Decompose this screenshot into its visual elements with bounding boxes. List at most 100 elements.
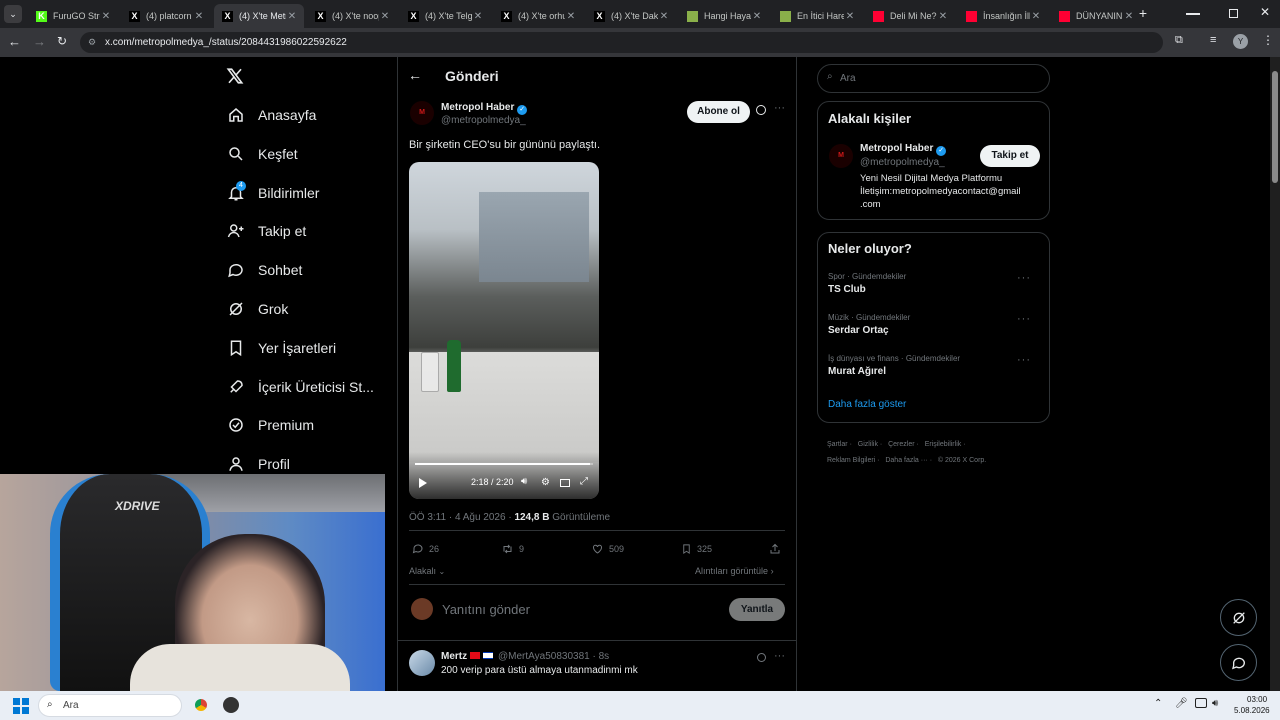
related-name[interactable]: Metropol Haber ✓: [860, 143, 947, 156]
settings-icon[interactable]: ⚙: [541, 477, 550, 488]
view-quotes-link[interactable]: Alıntıları görüntüle ›: [695, 566, 774, 576]
windows-start-icon[interactable]: [13, 698, 29, 714]
comment-handle[interactable]: @MertAya50830381 · 8s: [498, 651, 609, 662]
tab-close-icon[interactable]: ✕: [751, 11, 763, 22]
tab-search-button[interactable]: ⌄: [4, 5, 22, 23]
sidebar-item-search[interactable]: Keşfet: [226, 140, 298, 168]
tab-close-icon[interactable]: ✕: [1123, 11, 1135, 22]
browser-tab[interactable]: İnsanlığın İlk ✕: [958, 4, 1048, 28]
more-options-icon[interactable]: ···: [774, 102, 785, 114]
footer-terms[interactable]: Şartlar: [827, 441, 848, 448]
maximize-button[interactable]: [1229, 9, 1238, 18]
clock-date[interactable]: 5.08.2026: [1234, 706, 1270, 715]
search-box[interactable]: ⌕ Ara: [817, 64, 1050, 93]
volume-icon[interactable]: 🔊︎: [521, 476, 527, 487]
related-handle[interactable]: @metropolmedya_: [860, 157, 945, 168]
pip-icon[interactable]: [560, 479, 570, 487]
mic-icon[interactable]: 🎤︎: [1175, 698, 1188, 709]
back-icon[interactable]: ←: [8, 34, 21, 49]
sidebar-item-rocket[interactable]: İçerik Üreticisi St...: [226, 373, 374, 401]
author-handle[interactable]: @metropolmedya_: [441, 115, 526, 126]
show-more-link[interactable]: Daha fazla göster: [828, 399, 906, 410]
sidebar-item-grok[interactable]: Grok: [226, 295, 288, 323]
footer-ads-info[interactable]: Reklam Bilgileri: [827, 457, 875, 464]
related-avatar[interactable]: M: [829, 144, 853, 168]
x-logo[interactable]: [226, 67, 244, 90]
new-tab-button[interactable]: +: [1136, 6, 1150, 20]
grok-floating-button[interactable]: [1220, 599, 1257, 636]
browser-tab[interactable]: Deli Mi Ne? ✕: [865, 4, 955, 28]
tab-close-icon[interactable]: ✕: [565, 11, 577, 22]
reply-input[interactable]: Yanıtını gönder: [442, 602, 530, 617]
play-icon[interactable]: [419, 478, 427, 488]
volume-icon[interactable]: 🔊︎: [1212, 698, 1218, 709]
browser-tab[interactable]: K FuruGO Stre ✕: [28, 4, 118, 28]
browser-tab[interactable]: X (4) X'te Metr ✕: [214, 4, 304, 28]
more-options-icon[interactable]: ···: [1017, 354, 1031, 366]
fullscreen-icon[interactable]: ⤢: [580, 476, 588, 487]
reload-icon[interactable]: ↻: [57, 34, 67, 48]
like-action[interactable]: 509: [591, 543, 624, 555]
browser-tab[interactable]: X (4) X'te Daki ✕: [586, 4, 676, 28]
tab-close-icon[interactable]: ✕: [100, 11, 112, 22]
comment-avatar[interactable]: [409, 650, 435, 676]
app-taskbar-icon[interactable]: [223, 697, 239, 713]
subscribe-button[interactable]: Abone ol: [687, 101, 750, 123]
trend-item[interactable]: Müzik · Gündemdekiler Serdar Ortaç ···: [828, 313, 1041, 336]
browser-tab[interactable]: X (4) platcorn ✕: [121, 4, 211, 28]
forward-icon[interactable]: →: [33, 34, 46, 49]
browser-tab[interactable]: En İtici Hare ✕: [772, 4, 862, 28]
tab-close-icon[interactable]: ✕: [472, 11, 484, 22]
footer-cookies[interactable]: Çerezler: [888, 441, 914, 448]
site-info-icon[interactable]: ⚙: [88, 32, 96, 53]
minimize-button[interactable]: [1186, 13, 1200, 15]
sidebar-item-bookmark[interactable]: Yer İşaretleri: [226, 334, 336, 362]
extensions-icon[interactable]: ⧉: [1175, 34, 1183, 47]
browser-tab[interactable]: DÜNYANIN ✕: [1051, 4, 1141, 28]
profile-avatar[interactable]: Y: [1233, 34, 1248, 49]
sidebar-item-verified[interactable]: Premium: [226, 411, 314, 439]
close-window-button[interactable]: ✕: [1260, 5, 1270, 19]
clock-time[interactable]: 03:00: [1247, 695, 1267, 704]
user-avatar[interactable]: [411, 598, 433, 620]
more-options-icon[interactable]: ···: [1017, 272, 1031, 284]
messages-floating-button[interactable]: [1220, 644, 1257, 681]
follow-button[interactable]: Takip et: [980, 145, 1040, 167]
tab-close-icon[interactable]: ✕: [937, 11, 949, 22]
tab-close-icon[interactable]: ✕: [844, 11, 856, 22]
tab-close-icon[interactable]: ✕: [1030, 11, 1042, 22]
reply-action[interactable]: 26: [412, 543, 439, 555]
author-avatar[interactable]: M: [410, 101, 434, 125]
menu-icon[interactable]: ⋮: [1262, 33, 1274, 47]
media-icon[interactable]: ≡: [1210, 34, 1216, 46]
tab-close-icon[interactable]: ✕: [193, 11, 205, 22]
relevant-dropdown[interactable]: Alakalı ⌄: [409, 566, 445, 576]
share-icon[interactable]: [769, 543, 786, 555]
footer-more[interactable]: Daha fazla ···: [885, 457, 927, 464]
sidebar-item-follow[interactable]: Takip et: [226, 217, 306, 245]
chrome-taskbar-icon[interactable]: [192, 696, 210, 714]
footer-privacy[interactable]: Gizlilik: [858, 441, 878, 448]
browser-tab[interactable]: X (4) X'te Telg ✕: [400, 4, 490, 28]
trend-item[interactable]: Spor · Gündemdekiler TS Club ···: [828, 272, 1041, 295]
chevron-up-icon[interactable]: ⌃: [1154, 698, 1162, 709]
more-options-icon[interactable]: ···: [1017, 313, 1031, 325]
video-progress-track[interactable]: [415, 463, 593, 465]
sidebar-item-home[interactable]: Anasayfa: [226, 101, 316, 129]
comment-author[interactable]: Mertz: [441, 651, 493, 662]
sidebar-item-chat[interactable]: Sohbet: [226, 256, 302, 284]
scrollbar-thumb[interactable]: [1272, 71, 1278, 183]
footer-accessibility[interactable]: Erişilebilirlik: [925, 441, 962, 448]
more-options-icon[interactable]: ···: [774, 650, 785, 662]
browser-tab[interactable]: X (4) X'te noop ✕: [307, 4, 397, 28]
sidebar-item-bell[interactable]: 4 Bildirimler: [226, 179, 319, 207]
page-scrollbar[interactable]: [1270, 57, 1280, 691]
grok-explain-icon[interactable]: [756, 105, 766, 115]
browser-tab[interactable]: X (4) X'te orhu ✕: [493, 4, 583, 28]
author-name[interactable]: Metropol Haber ✓: [441, 102, 528, 115]
browser-tab[interactable]: Hangi Hayat ✕: [679, 4, 769, 28]
back-arrow-icon[interactable]: ←: [408, 67, 422, 83]
grok-explain-icon[interactable]: [757, 653, 766, 662]
taskbar-search[interactable]: ⌕ Ara: [38, 694, 182, 717]
post-timestamp[interactable]: ÖÖ 3:11 · 4 Ağu 2026 ·: [409, 512, 514, 523]
